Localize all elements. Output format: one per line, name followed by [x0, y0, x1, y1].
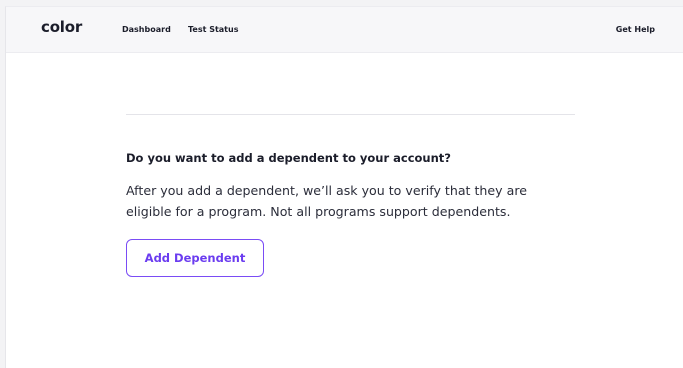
color-logo[interactable]: color [41, 18, 82, 36]
add-dependent-button-label: Add Dependent [144, 251, 246, 265]
nav-link-get-help[interactable]: Get Help [616, 24, 655, 36]
dependent-question-heading: Do you want to add a dependent to your a… [126, 151, 451, 165]
add-dependent-button[interactable]: Add Dependent [126, 239, 264, 277]
nav-link-dashboard[interactable]: Dashboard [122, 24, 171, 36]
dependent-description: After you add a dependent, we’ll ask you… [126, 180, 586, 222]
description-line-2: eligible for a program. Not all programs… [126, 204, 511, 219]
description-line-1: After you add a dependent, we’ll ask you… [126, 183, 527, 198]
app-window: color Dashboard Test Status Get Help Do … [5, 6, 683, 368]
top-navigation-bar: color Dashboard Test Status Get Help [6, 7, 683, 53]
nav-link-test-status[interactable]: Test Status [188, 24, 238, 36]
section-divider [126, 114, 575, 115]
